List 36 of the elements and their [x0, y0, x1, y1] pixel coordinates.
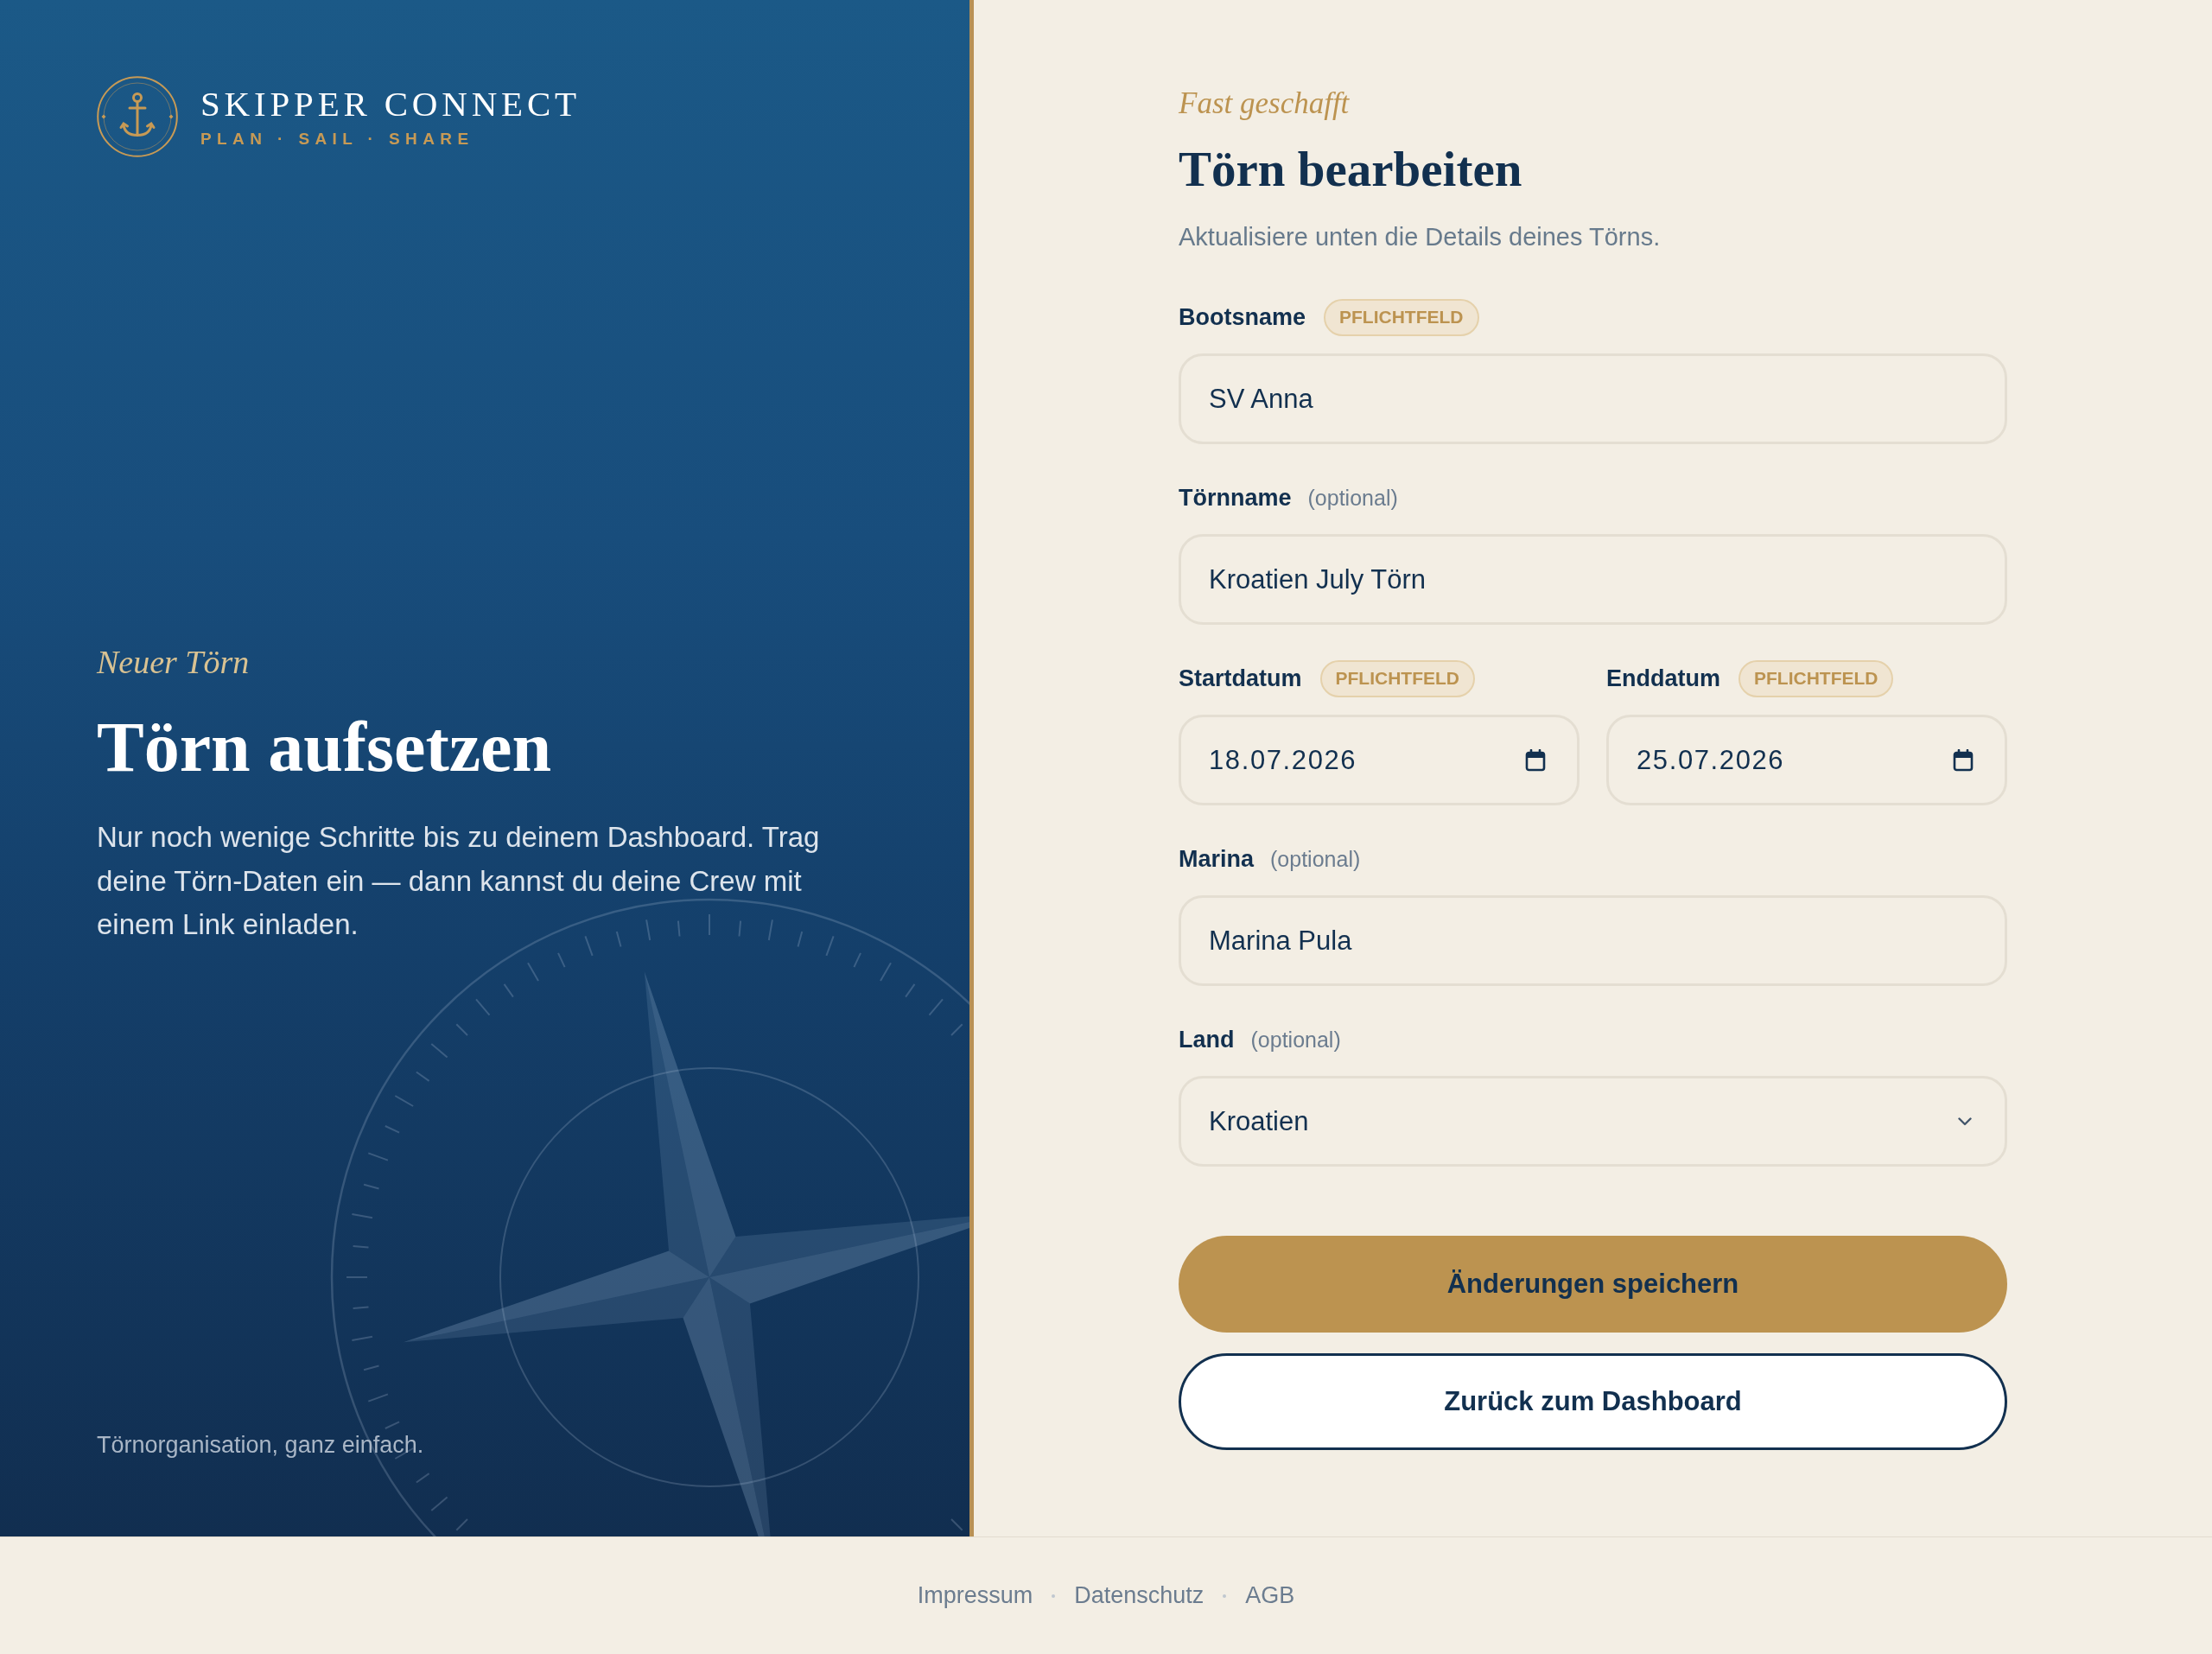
form-eyebrow: Fast geschafft: [1179, 86, 1350, 121]
optional-hint: (optional): [1307, 485, 1398, 511]
footer-link[interactable]: Impressum: [917, 1582, 1033, 1609]
anchor-logo-icon: [97, 76, 178, 157]
field-label: Startdatum: [1179, 665, 1302, 692]
required-badge: PFLICHTFELD: [1738, 659, 1894, 697]
hero-footnote: Törnorganisation, ganz einfach.: [97, 1431, 424, 1459]
calendar-icon: [1525, 748, 1546, 772]
field-label: Marina: [1179, 845, 1255, 873]
hero-eyebrow: Neuer Törn: [97, 644, 250, 680]
text-input[interactable]: Marina Pula: [1179, 895, 2007, 986]
form-title: Törn bearbeiten: [1179, 143, 1522, 196]
text-input[interactable]: Kroatien July Törn: [1179, 534, 2007, 625]
text-input[interactable]: SV Anna: [1179, 353, 2007, 444]
required-badge: PFLICHTFELD: [1319, 659, 1475, 697]
chevron-down-icon: [1958, 1116, 1972, 1126]
hero-description: Nur noch wenige Schritte bis zu deinem Dashboard. Trag deine Törn-Daten ein — dann kannst du deine Crew mit einem Link einladen.: [97, 820, 821, 942]
form-subtitle: Aktualisiere unten die Details deines Törns.: [1179, 222, 1661, 252]
required-badge: PFLICHTFELD: [1324, 298, 1479, 336]
field-label: Land: [1179, 1026, 1235, 1053]
primary-button[interactable]: Änderungen speichern: [1179, 1236, 2007, 1333]
optional-hint: (optional): [1250, 1027, 1341, 1053]
optional-hint: (optional): [1270, 846, 1361, 872]
footer-link[interactable]: Datenschutz: [1074, 1582, 1205, 1609]
brand-tagline: PLAN · SAIL · SHARE: [200, 129, 475, 149]
footer-link[interactable]: AGB: [1245, 1582, 1295, 1609]
secondary-button[interactable]: Zurück zum Dashboard: [1179, 1353, 2007, 1450]
field-label: Enddatum: [1606, 665, 1720, 692]
brand-name: SKIPPER CONNECT: [200, 84, 581, 124]
date-input[interactable]: 18.07.2026: [1179, 715, 1580, 805]
select-field[interactable]: Kroatien: [1179, 1076, 2007, 1167]
field-label: Törnname: [1179, 484, 1292, 512]
date-input[interactable]: 25.07.2026: [1606, 715, 2007, 805]
calendar-icon: [1953, 748, 1974, 772]
field-label: Bootsname: [1179, 303, 1306, 331]
hero-title: Törn aufsetzen: [97, 709, 552, 786]
